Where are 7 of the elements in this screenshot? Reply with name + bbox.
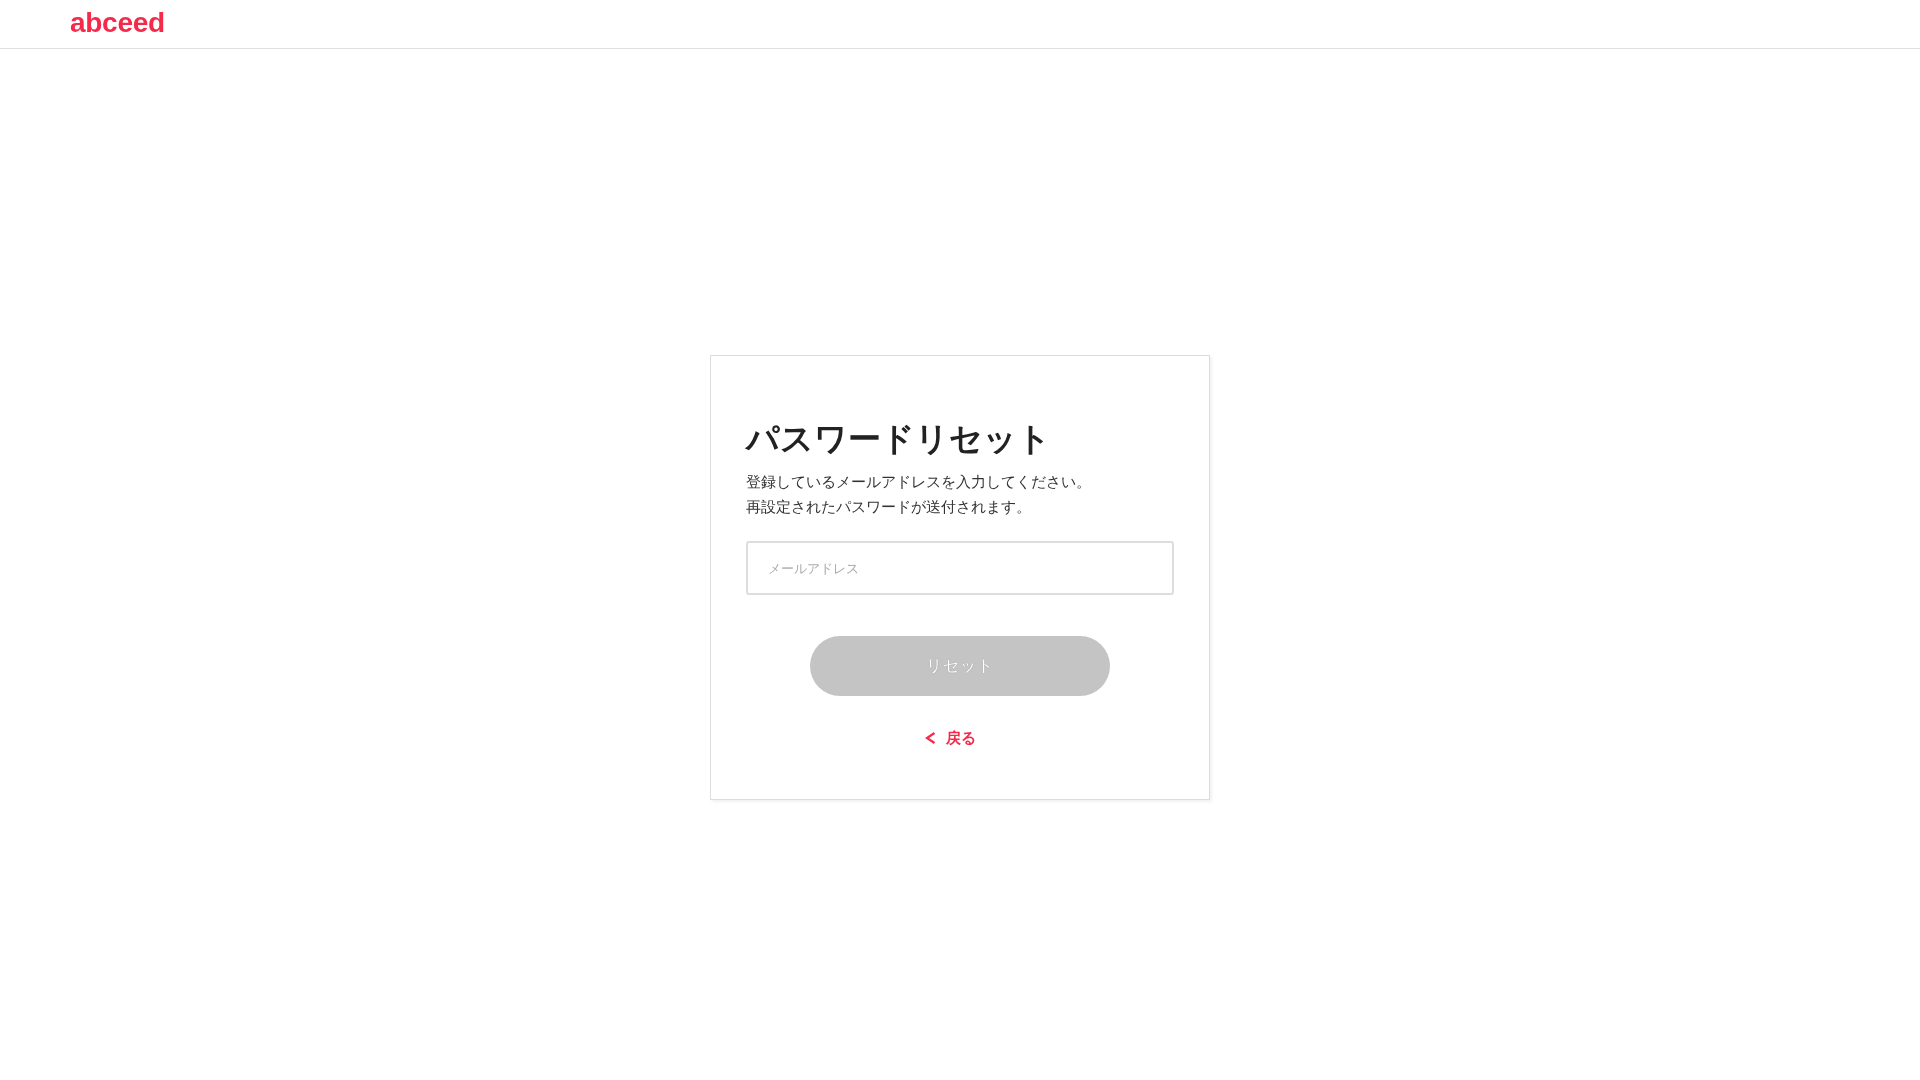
- page-title: パスワードリセット: [746, 419, 1051, 459]
- back-link[interactable]: 戻る: [924, 726, 996, 750]
- instruction-text: 再設定されたパスワードが送付されます。: [746, 497, 1031, 517]
- logo[interactable]: abceed: [70, 9, 165, 39]
- email-input[interactable]: メールアドレス: [746, 541, 1174, 595]
- chevron-left-icon: [924, 732, 936, 744]
- instruction-text: 登録しているメールアドレスを入力してください。: [746, 472, 1091, 492]
